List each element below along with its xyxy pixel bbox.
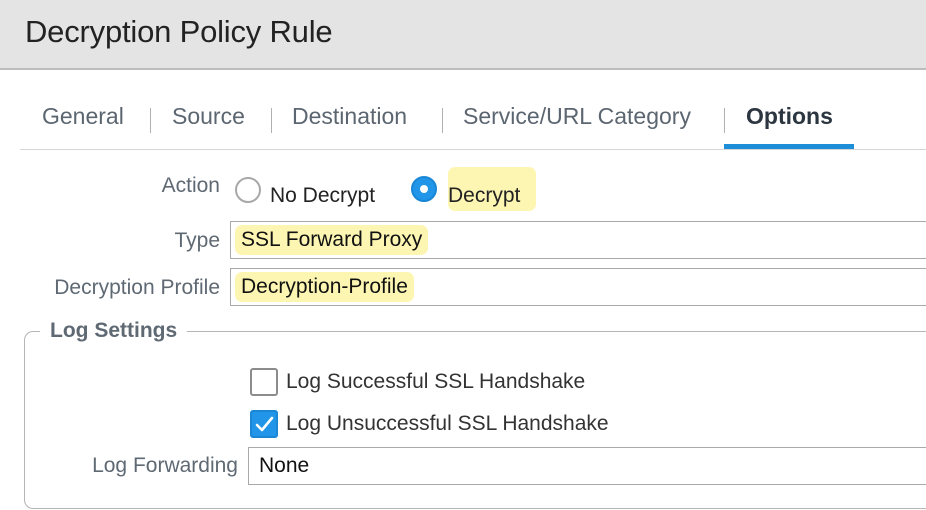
tab-separator (150, 108, 151, 133)
log-successful-checkbox[interactable] (250, 368, 278, 396)
log-unsuccessful-label[interactable]: Log Unsuccessful SSL Handshake (286, 412, 609, 436)
tab-general[interactable]: General (42, 103, 124, 130)
log-unsuccessful-checkbox[interactable] (250, 410, 278, 438)
no-decrypt-label[interactable]: No Decrypt (270, 184, 375, 208)
tab-separator (271, 108, 272, 133)
no-decrypt-radio[interactable] (235, 177, 261, 203)
tab-separator (724, 108, 725, 133)
tab-service-url-category[interactable]: Service/URL Category (463, 103, 691, 130)
type-label: Type (174, 229, 220, 252)
log-forwarding-value: None (259, 454, 310, 477)
checkmark-icon (255, 416, 274, 432)
decrypt-label[interactable]: Decrypt (448, 184, 520, 208)
log-settings-legend: Log Settings (40, 319, 188, 343)
decryption-profile-select[interactable]: Decryption-Profile (230, 268, 926, 306)
tab-source[interactable]: Source (172, 103, 245, 130)
active-tab-indicator (724, 144, 854, 149)
tab-bar: General Source Destination Service/URL C… (20, 96, 926, 150)
decryption-profile-value: Decryption-Profile (235, 272, 414, 302)
log-successful-label[interactable]: Log Successful SSL Handshake (286, 370, 585, 394)
decryption-profile-label: Decryption Profile (54, 276, 220, 299)
tab-options[interactable]: Options (746, 103, 833, 130)
action-label: Action (161, 174, 220, 197)
dialog-title: Decryption Policy Rule (25, 14, 333, 49)
dialog-header: Decryption Policy Rule (0, 0, 926, 70)
type-select[interactable]: SSL Forward Proxy (230, 221, 926, 259)
tab-destination[interactable]: Destination (292, 103, 407, 130)
decrypt-radio[interactable] (411, 176, 437, 202)
tab-separator (442, 108, 443, 133)
log-forwarding-label: Log Forwarding (92, 454, 238, 477)
type-value: SSL Forward Proxy (235, 225, 429, 255)
log-forwarding-select[interactable]: None (248, 447, 926, 485)
